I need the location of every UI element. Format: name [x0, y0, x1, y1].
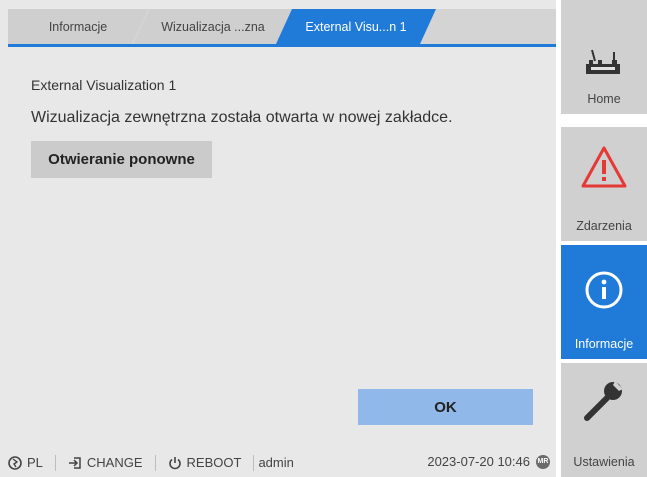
login-icon — [68, 456, 81, 469]
right-navigation: Home Zdarzenia Informacje Ustawienia — [561, 0, 647, 477]
nav-home[interactable]: Home — [561, 0, 647, 114]
ok-button[interactable]: OK — [358, 389, 533, 425]
change-label: CHANGE — [86, 455, 143, 470]
language-label: PL — [27, 455, 43, 470]
tab-label: Informacje — [48, 19, 108, 34]
tab-bar: Informacje Wizualizacja ...zna External … — [8, 9, 556, 47]
mr-logo-icon: MR — [536, 454, 550, 469]
nav-label: Ustawienia — [573, 455, 635, 469]
language-selector[interactable]: PL — [8, 455, 43, 470]
change-button[interactable]: CHANGE — [68, 455, 143, 470]
status-bar: PL CHANGE REBOOT admin 2023-07-20 10:46 … — [8, 448, 556, 477]
tab-label: External Visu...n 1 — [305, 19, 407, 34]
datetime: 2023-07-20 10:46 — [427, 454, 530, 469]
nav-events[interactable]: Zdarzenia — [561, 127, 647, 241]
user-name: admin — [258, 455, 294, 470]
reboot-label: REBOOT — [186, 455, 242, 470]
divider — [54, 454, 56, 471]
datetime-display: 2023-07-20 10:46 MR — [427, 454, 550, 469]
page-title: External Visualization 1 — [31, 77, 177, 93]
nav-settings[interactable]: Ustawienia — [561, 363, 647, 477]
warning-icon — [561, 145, 647, 189]
info-message: Wizualizacja zewnętrzna została otwarta … — [31, 109, 453, 126]
nav-label: Informacje — [574, 337, 634, 351]
reboot-button[interactable]: REBOOT — [168, 455, 242, 470]
nav-info[interactable]: Informacje — [561, 245, 647, 359]
main-panel: Informacje Wizualizacja ...zna External … — [0, 0, 556, 477]
tab-wizualizacja[interactable]: Wizualizacja ...zna — [134, 9, 292, 44]
info-icon — [561, 270, 647, 310]
tab-external-visualization[interactable]: External Visu...n 1 — [276, 9, 436, 44]
reopen-button[interactable]: Otwieranie ponowne — [31, 141, 212, 178]
wrench-icon — [561, 377, 647, 423]
tab-informacje[interactable]: Informacje — [8, 9, 148, 44]
tab-label: Wizualizacja ...zna — [161, 19, 265, 34]
power-icon — [168, 456, 181, 469]
divider — [154, 454, 156, 471]
globe-icon — [8, 455, 22, 470]
nav-label: Home — [587, 92, 621, 106]
home-icon — [561, 48, 647, 76]
nav-label: Zdarzenia — [576, 219, 632, 233]
divider — [253, 454, 255, 471]
